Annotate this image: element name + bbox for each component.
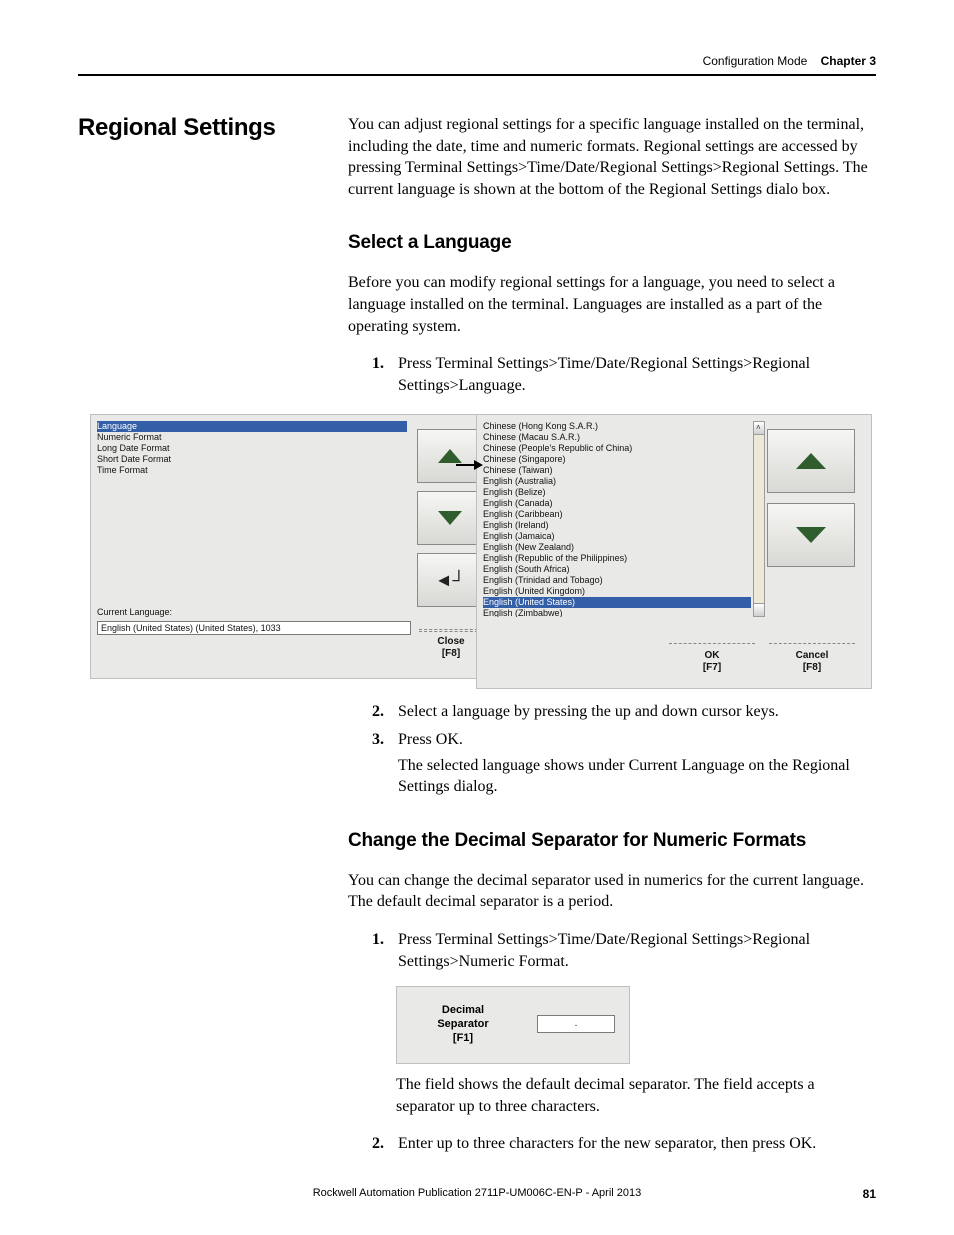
scrollbar[interactable]: ˄ ˅ xyxy=(753,421,765,617)
list-item[interactable]: English (South Africa) xyxy=(483,564,751,575)
list-item[interactable]: English (New Zealand) xyxy=(483,542,751,553)
nav-down-button[interactable] xyxy=(417,491,483,545)
nav-up-button[interactable] xyxy=(417,429,483,483)
ok-button[interactable]: OK[F7] xyxy=(669,643,755,674)
header-chapter: Chapter 3 xyxy=(821,54,876,68)
list-item[interactable]: English (United Kingdom) xyxy=(483,586,751,597)
cancel-button[interactable]: Cancel[F8] xyxy=(769,644,855,674)
page-number: 81 xyxy=(863,1187,876,1201)
enter-button[interactable]: ◄┘ xyxy=(417,553,483,607)
step-c1: Press Terminal Settings>Time/Date/Region… xyxy=(372,929,876,972)
list-item[interactable]: Language xyxy=(97,421,407,432)
decimal-separator-button[interactable]: Decimal Separator [F1] xyxy=(409,1003,517,1045)
list-item[interactable]: Numeric Format xyxy=(97,432,407,443)
scroll-down-icon: ˅ xyxy=(756,606,761,615)
scroll-up-icon: ˄ xyxy=(756,423,761,432)
page-header: Configuration Mode Chapter 3 xyxy=(78,54,876,76)
list-item[interactable]: English (Australia) xyxy=(483,476,751,487)
decimal-separator-field[interactable]: . xyxy=(537,1015,615,1033)
list-item[interactable]: English (Ireland) xyxy=(483,520,751,531)
list-item[interactable]: Chinese (Macau S.A.R.) xyxy=(483,432,751,443)
subheading-select-language: Select a Language xyxy=(348,232,876,254)
settings-list[interactable]: Language Numeric Format Long Date Format… xyxy=(97,421,407,473)
language-list[interactable]: Chinese (Hong Kong S.A.R.)Chinese (Macau… xyxy=(483,421,751,617)
list-item[interactable]: English (Caribbean) xyxy=(483,509,751,520)
section-title: Regional Settings xyxy=(78,114,348,142)
steps-list-1: Press Terminal Settings>Time/Date/Region… xyxy=(372,353,876,396)
nav-up-button[interactable] xyxy=(767,429,855,493)
arrow-down-icon xyxy=(438,511,462,525)
list-item[interactable]: English (United States) xyxy=(483,597,751,608)
list-item[interactable]: English (Zimbabwe) xyxy=(483,608,751,617)
enter-icon: ◄┘ xyxy=(435,570,466,591)
list-item[interactable]: English (Jamaica) xyxy=(483,531,751,542)
current-language-field: English (United States) (United States),… xyxy=(97,621,411,635)
steps-list-4: Enter up to three characters for the new… xyxy=(372,1133,876,1155)
decimal-separator-dialog: Decimal Separator [F1] . xyxy=(396,986,630,1064)
screenshot-row: Language Numeric Format Long Date Format… xyxy=(90,414,876,689)
step-3: Press OK. The selected language shows un… xyxy=(372,729,876,798)
list-item[interactable]: Chinese (Singapore) xyxy=(483,454,751,465)
arrow-up-icon xyxy=(796,453,826,469)
intro-paragraph: You can adjust regional settings for a s… xyxy=(348,114,876,200)
step-d1: Enter up to three characters for the new… xyxy=(372,1133,876,1155)
decimal-paragraph: You can change the decimal separator use… xyxy=(348,870,876,913)
list-item[interactable]: Short Date Format xyxy=(97,454,407,465)
arrow-down-icon xyxy=(796,527,826,543)
list-item[interactable]: English (Republic of the Philippines) xyxy=(483,553,751,564)
step-2: Select a language by pressing the up and… xyxy=(372,701,876,723)
language-paragraph: Before you can modify regional settings … xyxy=(348,272,876,337)
close-button[interactable]: Close[F8] xyxy=(419,629,483,660)
list-item[interactable]: English (Canada) xyxy=(483,498,751,509)
list-item[interactable]: English (Trinidad and Tobago) xyxy=(483,575,751,586)
step-1: Press Terminal Settings>Time/Date/Region… xyxy=(372,353,876,396)
steps-list-2: Select a language by pressing the up and… xyxy=(372,701,876,797)
steps-list-3: Press Terminal Settings>Time/Date/Region… xyxy=(372,929,876,972)
page-footer: Rockwell Automation Publication 2711P-UM… xyxy=(78,1187,876,1199)
subheading-decimal-separator: Change the Decimal Separator for Numeric… xyxy=(348,830,876,852)
separator-note: The field shows the default decimal sepa… xyxy=(396,1074,876,1117)
nav-down-button[interactable] xyxy=(767,503,855,567)
regional-settings-dialog: Language Numeric Format Long Date Format… xyxy=(90,414,494,679)
arrow-up-icon xyxy=(438,449,462,463)
header-section: Configuration Mode xyxy=(703,54,808,68)
list-item[interactable]: English (Belize) xyxy=(483,487,751,498)
current-language-label: Current Language: xyxy=(97,607,172,617)
list-item[interactable]: Chinese (Taiwan) xyxy=(483,465,751,476)
arrow-right-icon xyxy=(474,460,483,470)
language-select-dialog: Chinese (Hong Kong S.A.R.)Chinese (Macau… xyxy=(476,414,872,689)
step-3-note: The selected language shows under Curren… xyxy=(398,755,876,798)
list-item[interactable]: Long Date Format xyxy=(97,443,407,454)
list-item[interactable]: Chinese (Hong Kong S.A.R.) xyxy=(483,421,751,432)
publication-info: Rockwell Automation Publication 2711P-UM… xyxy=(313,1187,642,1199)
list-item[interactable]: Chinese (People's Republic of China) xyxy=(483,443,751,454)
list-item[interactable]: Time Format xyxy=(97,465,407,476)
